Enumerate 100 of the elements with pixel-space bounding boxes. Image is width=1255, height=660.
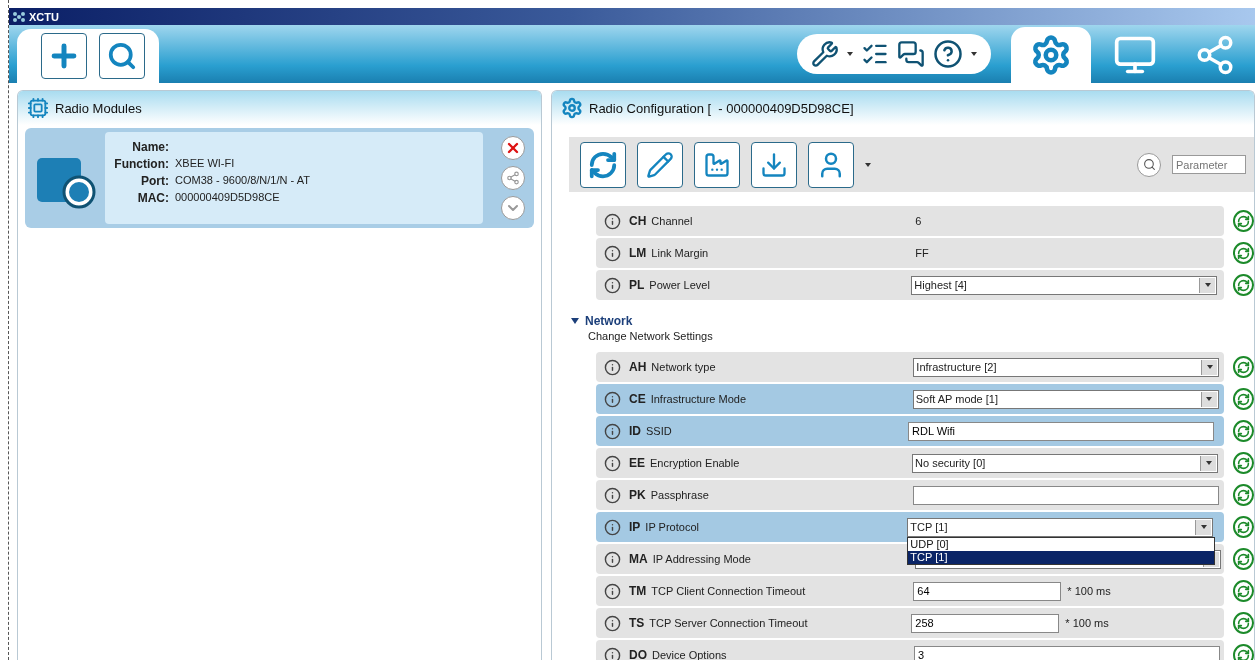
refresh-icon[interactable] (1233, 274, 1254, 296)
parameter-name: TCP Client Connection Timeout (651, 585, 807, 597)
parameter-name: Power Level (649, 279, 711, 291)
help-icon (933, 39, 963, 69)
info-icon (604, 390, 621, 408)
refresh-icon[interactable] (1233, 644, 1254, 660)
parameter-row[interactable]: PL Power Level Highest [4] (596, 270, 1224, 300)
refresh-icon[interactable] (1233, 580, 1254, 602)
parameter-code: PK (629, 488, 646, 502)
remove-button[interactable] (501, 136, 525, 160)
refresh-icon[interactable] (1233, 420, 1254, 442)
parameter-code: TS (629, 616, 645, 630)
expand-triangle-icon[interactable] (571, 318, 579, 324)
settings-icon (561, 97, 583, 119)
parameter-name: Network type (651, 361, 717, 373)
module-icon (27, 97, 49, 119)
parameter-dropdown[interactable]: Infrastructure [2] (913, 357, 1220, 377)
pencil-icon (646, 150, 674, 179)
parameter-dropdown[interactable]: Highest [4] (911, 275, 1218, 295)
parameter-code: MA (629, 552, 648, 566)
field-label: Function: (113, 157, 169, 171)
refresh-icon[interactable] (1233, 452, 1254, 474)
parameter-input[interactable]: 258 (911, 613, 1060, 633)
parameter-row[interactable]: AH Network type Infrastructure [2] (596, 352, 1224, 382)
parameter-row[interactable]: ID SSID RDL Wifi (596, 416, 1224, 446)
parameter-code: CH (629, 214, 647, 228)
profile-button[interactable] (808, 141, 854, 188)
discover-devices-button[interactable] (99, 33, 145, 79)
section-subtitle: Change Network Settings (588, 330, 714, 342)
parameter-code: CE (629, 392, 646, 406)
info-icon (604, 614, 621, 632)
parameter-dropdown[interactable]: Soft AP mode [1] (912, 389, 1219, 409)
parameter-name: SSID (646, 425, 673, 437)
info-icon (604, 212, 621, 230)
parameter-code: IP (629, 520, 641, 534)
refresh-icon[interactable] (1233, 516, 1254, 538)
network-button[interactable] (501, 166, 525, 190)
parameter-input[interactable]: 64 (913, 581, 1062, 601)
parameter-code: AH (629, 360, 647, 374)
parameter-row[interactable]: CE Infrastructure Mode Soft AP mode [1] (596, 384, 1224, 414)
info-icon (604, 486, 621, 504)
info-icon (604, 276, 621, 294)
parameter-input[interactable] (912, 485, 1219, 505)
search-icon (107, 41, 137, 71)
parameter-input[interactable]: RDL Wifi (908, 421, 1214, 441)
parameter-row[interactable]: LM Link Margin FF (596, 238, 1224, 268)
share-icon (506, 171, 520, 185)
parameter-code: ID (629, 424, 641, 438)
refresh-icon[interactable] (1233, 356, 1254, 378)
close-icon (505, 140, 521, 156)
refresh-icon[interactable] (1233, 210, 1254, 232)
window-title: XCTU (29, 10, 59, 23)
tools-button[interactable] (811, 40, 839, 68)
parameter-name: Passphrase (650, 489, 710, 501)
parameter-row[interactable]: TM TCP Client Connection Timeout 64 * 100 ms (596, 576, 1224, 606)
info-icon (604, 244, 621, 262)
refresh-icon[interactable] (1233, 484, 1254, 506)
wrench-icon (811, 40, 839, 68)
expand-button[interactable] (501, 196, 525, 220)
info-icon (604, 582, 621, 600)
feedback-button[interactable] (897, 40, 925, 68)
refresh-icon[interactable] (1233, 242, 1254, 264)
info-icon (604, 550, 621, 568)
module-card[interactable]: Name: Function: XBEE WI-FI Port: COM38 - 9600/8/N/1/N - AT MAC: 000000409D5D98CE (25, 128, 534, 228)
add-device-button[interactable] (41, 33, 87, 79)
parameter-name: IP Protocol (645, 521, 700, 533)
parameter-row[interactable]: TS TCP Server Connection Timeout 258 * 100 ms (596, 608, 1224, 638)
refresh-icon[interactable] (1233, 548, 1254, 570)
info-icon (604, 454, 621, 472)
settings-icon (1030, 34, 1072, 76)
help-button[interactable] (933, 39, 963, 69)
parameter-code: LM (629, 246, 647, 260)
parameter-row[interactable]: CH Channel 6 (596, 206, 1224, 236)
search-field[interactable]: Parameter (1172, 155, 1246, 174)
refresh-icon[interactable] (1233, 388, 1254, 410)
parameter-value: 6 (915, 215, 922, 227)
read-button[interactable] (580, 141, 626, 188)
parameter-code: TM (629, 584, 647, 598)
update-button[interactable] (751, 141, 797, 188)
parameter-name: TCP Server Connection Timeout (649, 617, 809, 629)
defaults-button[interactable] (694, 141, 740, 188)
parameter-dropdown[interactable]: No security [0] (912, 453, 1218, 473)
section-title: Network (585, 314, 633, 328)
field-value: 000000409D5D98CE (175, 191, 281, 205)
parameter-row[interactable]: EE Encryption Enable No security [0] (596, 448, 1224, 478)
write-button[interactable] (637, 141, 683, 188)
perspective-tab[interactable] (1011, 27, 1091, 83)
app-logo-icon (12, 10, 26, 23)
parameter-input[interactable]: 3 (914, 645, 1220, 660)
info-icon (604, 646, 621, 660)
parameter-row[interactable]: PK Passphrase (596, 480, 1224, 510)
search-icon (1142, 158, 1156, 171)
unit-label: * 100 ms (1065, 617, 1109, 629)
parameter-name: Infrastructure Mode (650, 393, 748, 405)
parameter-value: FF (915, 247, 929, 259)
parameter-name: Channel (651, 215, 694, 227)
refresh-icon[interactable] (1233, 612, 1254, 634)
field-label: Name: (131, 140, 169, 154)
field-label: Port: (140, 174, 169, 188)
search-button[interactable] (1137, 152, 1161, 177)
